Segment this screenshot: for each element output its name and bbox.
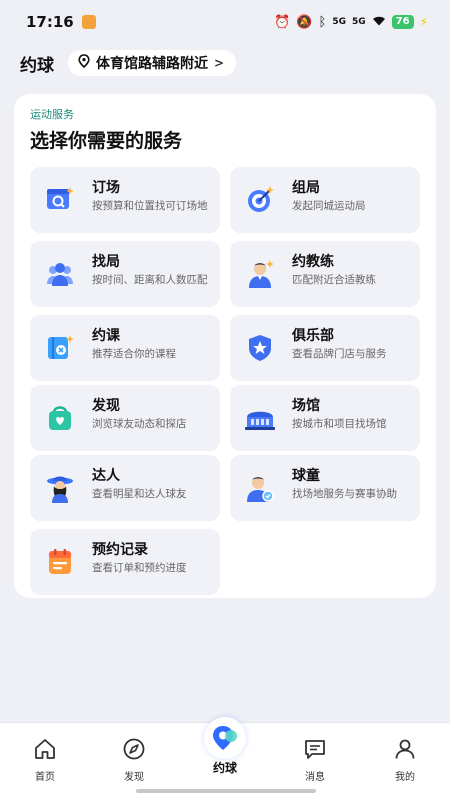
discover-bag-icon [44,402,76,434]
wifi-icon [372,15,386,29]
service-tile-find-game[interactable]: 找局 按时间、距离和人数匹配 [30,241,220,307]
nav-label: 我的 [395,772,415,783]
location-text: 体育馆路辅路附近 [96,56,208,72]
service-tile-discover[interactable]: 发现 浏览球友动态和探店 [30,385,220,451]
calendar-search-icon [44,184,76,216]
header: 约球 体育馆路辅路附近 > [20,50,237,76]
service-name: 组局 [292,180,320,196]
service-name: 达人 [92,468,120,484]
profile-icon [393,739,417,765]
booking-record-icon [44,546,76,578]
service-name: 找局 [92,254,120,270]
service-tile-book-course[interactable]: 约课 推荐适合你的课程 [30,315,220,381]
coach-icon [244,258,276,290]
message-icon [303,740,327,765]
nav-label: 首页 [35,772,55,783]
nav-home[interactable]: 首页 [15,737,75,783]
service-tile-create-game[interactable]: 组局 发起同城运动局 [230,167,420,233]
card-tag: 运动服务 [30,108,74,121]
chevron-right-icon: > [214,56,225,70]
location-pin-icon [78,54,90,72]
service-name: 约课 [92,328,120,344]
nav-label: 发现 [124,772,144,783]
service-desc: 匹配附近合适教练 [292,274,376,286]
club-shield-icon [244,332,276,364]
service-tile-book-coach[interactable]: 约教练 匹配附近合适教练 [230,241,420,307]
nav-label: 消息 [305,772,325,783]
service-name: 球童 [292,468,320,484]
service-desc: 按城市和项目找场馆 [292,418,387,430]
service-card: 运动服务 选择你需要的服务 订场 按预算和位置找可订场地 组局 发起同城运动局 … [14,94,436,598]
course-book-icon [44,332,76,364]
service-name: 俱乐部 [292,328,334,344]
location-selector[interactable]: 体育馆路辅路附近 > [68,50,237,76]
bluetooth-icon: ᛒ [318,14,327,30]
service-desc: 按预算和位置找可订场地 [92,200,208,212]
signal-5g-2: 5G [351,17,366,27]
service-name: 订场 [92,180,120,196]
service-name: 预约记录 [92,542,148,558]
service-tile-booking-records[interactable]: 预约记录 查看订单和预约进度 [30,529,220,595]
service-tile-stadium[interactable]: 场馆 按城市和项目找场馆 [230,385,420,451]
alarm-icon: ⏰ [274,14,291,30]
service-desc: 推荐适合你的课程 [92,348,176,360]
charging-icon: ⚡ [419,15,428,29]
page-title: 约球 [20,55,54,76]
nav-label: 约球 [212,761,237,775]
service-tile-expert[interactable]: 达人 查看明星和达人球友 [30,455,220,521]
service-desc: 找场地服务与赛事协助 [292,488,397,500]
app-notification-icon [81,15,96,29]
nav-discover[interactable]: 发现 [104,737,164,783]
people-group-icon [44,258,76,290]
service-desc: 浏览球友动态和探店 [92,418,187,430]
card-title: 选择你需要的服务 [30,130,183,152]
yueqiu-logo-icon [204,717,246,759]
stadium-icon [244,402,276,434]
nav-messages[interactable]: 消息 [285,737,345,783]
service-desc: 发起同城运动局 [292,200,366,212]
nav-yueqiu[interactable]: 约球 [195,717,255,776]
service-tile-club[interactable]: 俱乐部 查看品牌门店与服务 [230,315,420,381]
service-name: 约教练 [292,254,334,270]
service-desc: 查看品牌门店与服务 [292,348,387,360]
expert-avatar-icon [44,472,76,504]
compass-icon [122,738,146,765]
service-tile-book-court[interactable]: 订场 按预算和位置找可订场地 [30,167,220,233]
service-desc: 查看订单和预约进度 [92,562,187,574]
service-tile-ball-boy[interactable]: 球童 找场地服务与赛事协助 [230,455,420,521]
service-name: 场馆 [292,398,320,414]
mute-icon: 🔕 [296,14,313,30]
service-desc: 查看明星和达人球友 [92,488,187,500]
battery-indicator: 76 [391,15,414,29]
status-bar: 17:16 ⏰ 🔕 ᛒ 5G 5G 76 ⚡ [0,0,450,44]
ball-boy-icon [244,472,276,504]
status-time: 17:16 [26,13,74,31]
target-icon [244,184,276,216]
service-name: 发现 [92,398,120,414]
signal-5g-1: 5G [332,17,346,27]
home-indicator[interactable] [136,789,316,793]
nav-profile[interactable]: 我的 [375,737,435,783]
home-icon [33,739,57,765]
service-desc: 按时间、距离和人数匹配 [92,274,208,286]
